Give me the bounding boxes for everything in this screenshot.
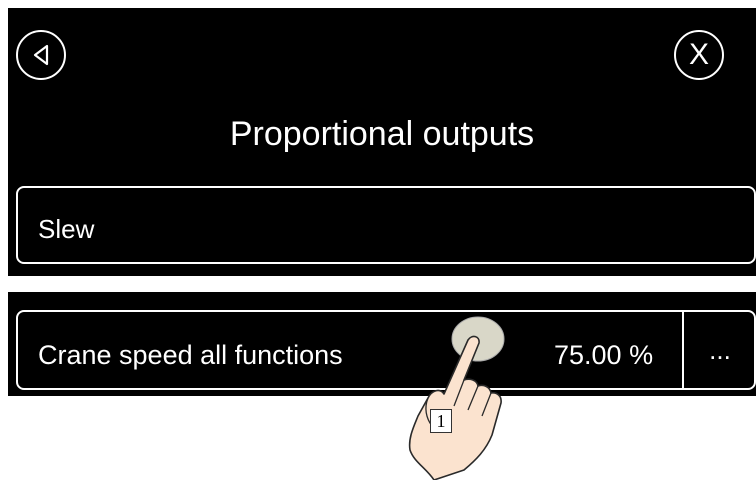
- tapping-hand-icon: [408, 316, 505, 480]
- back-button[interactable]: [16, 30, 66, 80]
- step-number-badge: 1: [430, 409, 452, 433]
- more-options-label: ...: [709, 334, 731, 365]
- function-select-value: Slew: [38, 214, 95, 244]
- function-select-field[interactable]: Slew: [16, 186, 756, 264]
- page-title: Proportional outputs: [229, 115, 535, 153]
- more-options-button[interactable]: ...: [684, 312, 756, 388]
- crane-speed-value[interactable]: 75.00 %: [554, 340, 653, 371]
- close-button[interactable]: X: [674, 30, 724, 80]
- close-label: X: [688, 38, 709, 71]
- back-arrow-icon: [33, 44, 49, 66]
- crane-speed-label: Crane speed all functions: [38, 340, 343, 370]
